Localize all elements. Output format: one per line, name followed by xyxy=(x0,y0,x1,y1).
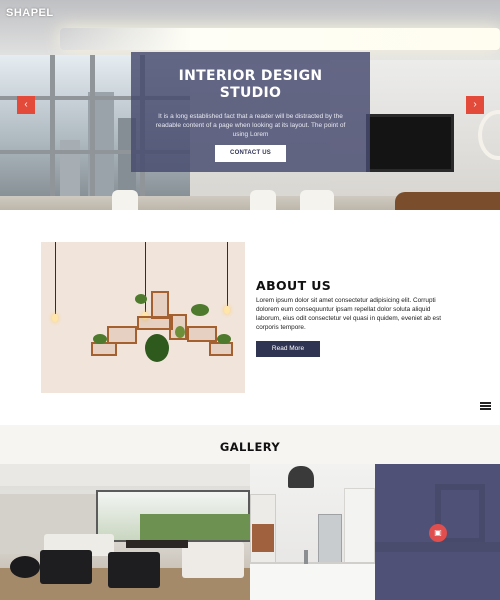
slider-next-button[interactable]: › xyxy=(466,96,484,114)
plant xyxy=(135,294,147,304)
faucet xyxy=(304,550,308,564)
hero-title: INTERIOR DESIGN STUDIO xyxy=(131,68,370,102)
plant xyxy=(217,334,231,344)
window-frame xyxy=(50,55,55,210)
menu-bar xyxy=(480,402,491,404)
chair xyxy=(112,190,138,210)
about-title: ABOUT US xyxy=(256,278,332,293)
bulb xyxy=(224,306,230,314)
gallery-image-kitchen[interactable] xyxy=(250,464,375,600)
read-more-button[interactable]: Read More xyxy=(256,341,320,357)
arrow-right-icon: › xyxy=(473,99,477,110)
chair xyxy=(300,190,334,210)
coffee-table xyxy=(126,540,188,548)
hero-description: It is a long established fact that a rea… xyxy=(155,113,346,138)
hanging-plant xyxy=(145,334,169,362)
slider-prev-button[interactable]: ‹ xyxy=(17,96,35,114)
wall-shelf xyxy=(209,342,233,356)
hamburger-menu-icon[interactable] xyxy=(480,402,491,410)
hero-title-line: INTERIOR DESIGN xyxy=(178,68,323,84)
window-frame xyxy=(90,55,95,210)
plant xyxy=(191,304,209,316)
contact-us-button[interactable]: CONTACT US xyxy=(215,145,286,162)
armchair xyxy=(108,552,160,588)
image-icon[interactable]: ▣ xyxy=(429,524,447,542)
about-image xyxy=(41,242,245,393)
ceiling-light xyxy=(60,28,500,50)
garden xyxy=(140,514,250,540)
sofa xyxy=(182,542,244,578)
hero-title-line: STUDIO xyxy=(219,85,282,101)
menu-bar xyxy=(480,408,491,410)
plant xyxy=(93,334,107,344)
wall-shelf xyxy=(151,291,169,319)
wall-shelf xyxy=(187,326,217,342)
arrow-left-icon: ‹ xyxy=(24,99,28,110)
about-description: Lorem ipsum dolor sit amet consectetur a… xyxy=(256,297,442,331)
lamp-cord xyxy=(227,242,228,306)
wall-shelf xyxy=(137,316,173,330)
lamp-cord xyxy=(55,242,56,314)
hero-card: INTERIOR DESIGN STUDIO It is a long esta… xyxy=(131,52,370,172)
desk xyxy=(395,192,500,210)
wall-shelf xyxy=(91,342,117,356)
kitchen-island xyxy=(250,562,375,600)
plant xyxy=(175,326,185,338)
image-icon-glyph: ▣ xyxy=(434,528,442,537)
television xyxy=(366,114,454,172)
side-table xyxy=(10,556,40,578)
bulb xyxy=(52,314,58,322)
site-logo[interactable]: SHAPEL xyxy=(6,7,54,19)
ceiling xyxy=(0,464,250,486)
gallery-title: GALLERY xyxy=(219,440,281,454)
gallery-image-living-room[interactable] xyxy=(0,464,250,600)
menu-bar xyxy=(480,405,491,407)
armchair xyxy=(40,550,92,584)
brick-backsplash xyxy=(252,524,274,552)
chair xyxy=(250,190,276,210)
pendant-lamp xyxy=(288,466,314,488)
